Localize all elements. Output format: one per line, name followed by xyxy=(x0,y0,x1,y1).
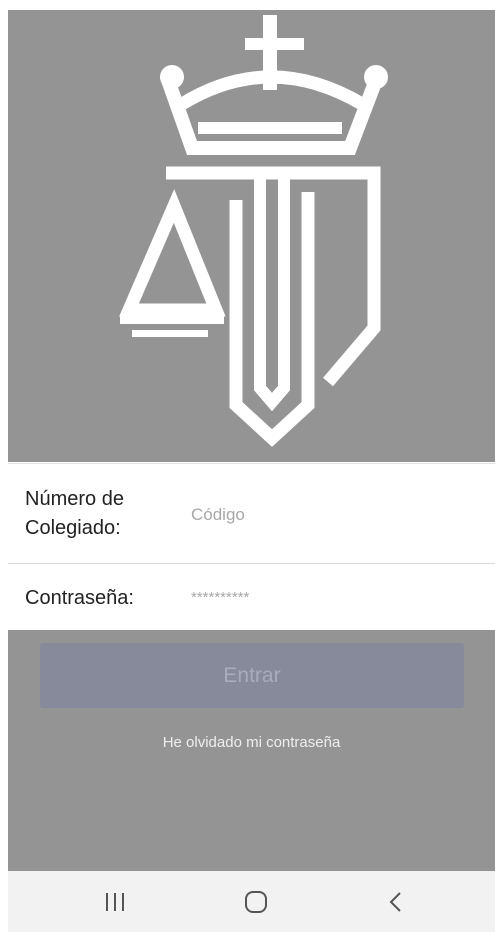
password-row: Contraseña: xyxy=(8,563,495,630)
actions-area: Entrar He olvidado mi contraseña xyxy=(8,630,495,871)
logo-banner xyxy=(8,10,495,462)
system-navigation-bar xyxy=(8,871,495,932)
justice-logo-icon xyxy=(119,15,388,447)
password-input[interactable] xyxy=(191,584,481,610)
username-label: Número de Colegiado: xyxy=(25,488,124,539)
username-input[interactable] xyxy=(191,502,481,528)
login-screen: Número de Colegiado: Contraseña: Entrar … xyxy=(0,0,495,932)
login-button[interactable]: Entrar xyxy=(40,643,464,708)
username-row: Número de Colegiado: xyxy=(8,463,495,563)
password-label: Contraseña: xyxy=(25,587,134,609)
recents-button[interactable] xyxy=(75,871,155,932)
forgot-password-link[interactable]: He olvidado mi contraseña xyxy=(8,734,495,751)
back-chevron-icon xyxy=(389,891,401,912)
back-button[interactable] xyxy=(356,871,436,932)
home-button[interactable] xyxy=(216,871,296,932)
home-icon xyxy=(245,890,267,913)
recents-icon xyxy=(106,892,124,911)
